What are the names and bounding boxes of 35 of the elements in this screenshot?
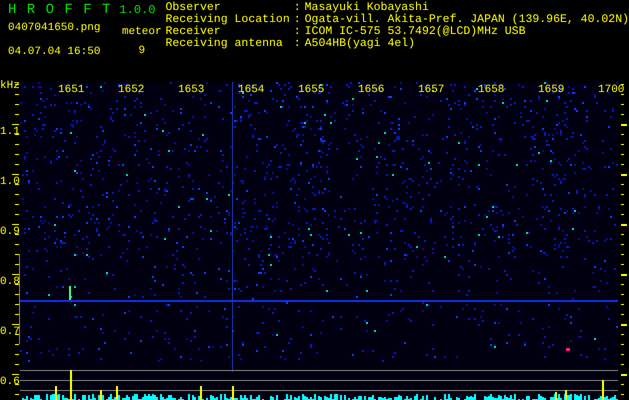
info-label: Observer xyxy=(166,2,221,14)
level-label: 0.6 xyxy=(0,376,20,388)
level-label: 0.7 xyxy=(0,326,20,338)
level-label: 1.0 xyxy=(0,176,20,188)
level-label: 0.8 xyxy=(0,276,20,288)
info-value: Ogata-vill. Akita-Pref. JAPAN (139.96E, 40.02N) xyxy=(304,14,629,26)
frequency-label: 1653 xyxy=(178,84,204,96)
frequency-label: 1657 xyxy=(418,84,444,96)
app-title: H R O F F T xyxy=(8,2,112,18)
frequency-label: 1659 xyxy=(538,84,564,96)
info-value: Masayuki Kobayashi xyxy=(304,2,429,14)
colon-separator: : xyxy=(294,14,301,26)
frequency-label: 1658 xyxy=(478,84,504,96)
colon-separator: : xyxy=(294,38,301,50)
level-label: 1.1 xyxy=(0,126,20,138)
info-value: ICOM IC-575 53.7492(@LCD)MHz USB xyxy=(304,26,526,38)
colon-separator: : xyxy=(294,26,301,38)
unit-label: kHz xyxy=(0,80,20,92)
date-time: 04.07.04 16:50 xyxy=(8,46,102,58)
colon-separator: : xyxy=(294,2,301,14)
frequency-label: 1656 xyxy=(358,84,384,96)
meteor-label: meteor xyxy=(122,26,162,38)
info-label: Receiver xyxy=(166,26,221,38)
info-label: Receiving Location xyxy=(166,14,290,26)
file-name: 0407041650.png xyxy=(8,22,102,34)
info-value: A504HB(yagi 4el) xyxy=(304,38,416,50)
level-label: 0.9 xyxy=(0,226,20,238)
frequency-label: 1654 xyxy=(238,84,264,96)
frequency-label: 1651 xyxy=(58,84,84,96)
frequency-label: 1655 xyxy=(298,84,324,96)
version-label: 1.0.0 xyxy=(119,3,156,17)
frequency-label: 1652 xyxy=(118,84,144,96)
frequency-label: 1700 xyxy=(598,84,624,96)
meteor-count: 9 xyxy=(138,45,146,57)
info-label: Receiving antenna xyxy=(166,38,284,50)
